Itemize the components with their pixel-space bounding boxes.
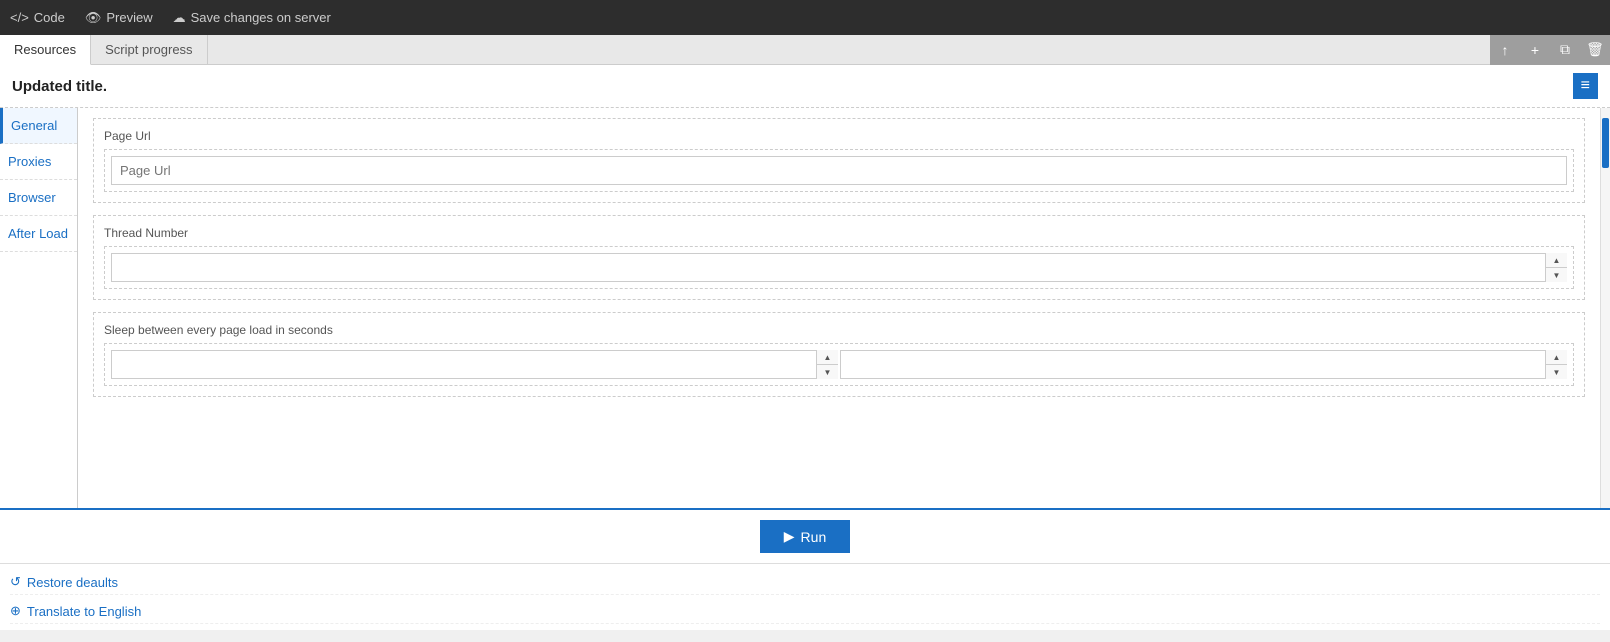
translate-label: Translate to English bbox=[27, 604, 141, 619]
menu-button[interactable]: ≡ bbox=[1573, 73, 1598, 99]
thread-number-spinner: 30 ▲ ▼ bbox=[111, 253, 1567, 282]
delete-tab-button[interactable]: 🗑 bbox=[1580, 35, 1610, 65]
sidebar-item-after-load[interactable]: After Load bbox=[0, 216, 77, 252]
thread-number-section: Thread Number 30 ▲ ▼ bbox=[93, 215, 1585, 300]
page-title: Updated title. bbox=[12, 78, 107, 95]
scrollbar-thumb bbox=[1602, 118, 1609, 168]
add-tab-button[interactable]: + bbox=[1520, 35, 1550, 65]
eye-icon: 👁 bbox=[85, 10, 102, 26]
sidebar-item-general[interactable]: General bbox=[0, 108, 77, 144]
page-title-bar: Updated title. ≡ bbox=[0, 65, 1610, 108]
layout: General Proxies Browser After Load Page … bbox=[0, 108, 1610, 508]
tab-resources[interactable]: Resources bbox=[0, 35, 91, 65]
page-url-input-wrapper bbox=[104, 149, 1574, 192]
run-button[interactable]: ▶ Run bbox=[760, 520, 850, 553]
sleep-min-spinner-buttons: ▲ ▼ bbox=[816, 350, 838, 379]
restore-icon: ↺ bbox=[10, 574, 21, 590]
page-url-label: Page Url bbox=[104, 129, 1574, 143]
copy-tab-button[interactable]: ⧉ bbox=[1550, 35, 1580, 65]
page-url-input[interactable] bbox=[111, 156, 1567, 185]
tab-script-progress[interactable]: Script progress bbox=[91, 35, 207, 64]
right-scrollbar[interactable] bbox=[1600, 108, 1610, 508]
thread-increment-btn[interactable]: ▲ bbox=[1546, 253, 1567, 268]
sleep-label: Sleep between every page load in seconds bbox=[104, 323, 1574, 337]
restore-defaults-button[interactable]: ↺ Restore deaults bbox=[10, 570, 1600, 595]
sleep-min-decrement-btn[interactable]: ▼ bbox=[817, 365, 838, 379]
code-button[interactable]: </> Code bbox=[10, 10, 65, 25]
run-area: ▶ Run bbox=[0, 508, 1610, 563]
thread-decrement-btn[interactable]: ▼ bbox=[1546, 268, 1567, 282]
sleep-max-increment-btn[interactable]: ▲ bbox=[1546, 350, 1567, 365]
preview-button[interactable]: 👁 Preview bbox=[85, 10, 153, 26]
sleep-section: Sleep between every page load in seconds… bbox=[93, 312, 1585, 397]
sleep-max-spinner: 10 ▲ ▼ bbox=[840, 350, 1567, 379]
preview-label: Preview bbox=[106, 10, 152, 25]
run-label: Run bbox=[801, 529, 827, 545]
translate-icon: ⊕ bbox=[10, 603, 21, 619]
thread-spinner-buttons: ▲ ▼ bbox=[1545, 253, 1567, 282]
sleep-max-spinner-buttons: ▲ ▼ bbox=[1545, 350, 1567, 379]
sleep-min-increment-btn[interactable]: ▲ bbox=[817, 350, 838, 365]
run-icon: ▶ bbox=[784, 528, 795, 545]
tabs-row: Resources Script progress ↑ + ⧉ 🗑 bbox=[0, 35, 1610, 65]
thread-number-label: Thread Number bbox=[104, 226, 1574, 240]
sleep-inputs-wrapper: 5 ▲ ▼ 10 ▲ ▼ bbox=[104, 343, 1574, 386]
top-toolbar: </> Code 👁 Preview ☁ Save changes on ser… bbox=[0, 0, 1610, 35]
cloud-icon: ☁ bbox=[173, 10, 186, 26]
upload-button[interactable]: ↑ bbox=[1490, 35, 1520, 65]
sleep-min-spinner: 5 ▲ ▼ bbox=[111, 350, 838, 379]
thread-number-input-wrapper: 30 ▲ ▼ bbox=[104, 246, 1574, 289]
save-label: Save changes on server bbox=[191, 10, 331, 25]
code-label: Code bbox=[34, 10, 65, 25]
sleep-dual-inputs: 5 ▲ ▼ 10 ▲ ▼ bbox=[111, 350, 1567, 379]
save-button[interactable]: ☁ Save changes on server bbox=[173, 10, 331, 26]
sleep-min-input[interactable]: 5 bbox=[111, 350, 838, 379]
tab-actions: ↑ + ⧉ 🗑 bbox=[1490, 35, 1610, 64]
sidebar-item-browser[interactable]: Browser bbox=[0, 180, 77, 216]
code-icon: </> bbox=[10, 10, 29, 25]
content-panel: Page Url Thread Number 30 ▲ ▼ bbox=[78, 108, 1600, 508]
sidebar: General Proxies Browser After Load bbox=[0, 108, 78, 508]
page-url-section: Page Url bbox=[93, 118, 1585, 203]
thread-number-input[interactable]: 30 bbox=[111, 253, 1567, 282]
translate-button[interactable]: ⊕ Translate to English bbox=[10, 599, 1600, 624]
bottom-bar: ↺ Restore deaults ⊕ Translate to English bbox=[0, 563, 1610, 630]
restore-label: Restore deaults bbox=[27, 575, 118, 590]
main-content: Updated title. ≡ General Proxies Browser… bbox=[0, 65, 1610, 563]
sidebar-item-proxies[interactable]: Proxies bbox=[0, 144, 77, 180]
sleep-max-decrement-btn[interactable]: ▼ bbox=[1546, 365, 1567, 379]
sleep-max-input[interactable]: 10 bbox=[840, 350, 1567, 379]
